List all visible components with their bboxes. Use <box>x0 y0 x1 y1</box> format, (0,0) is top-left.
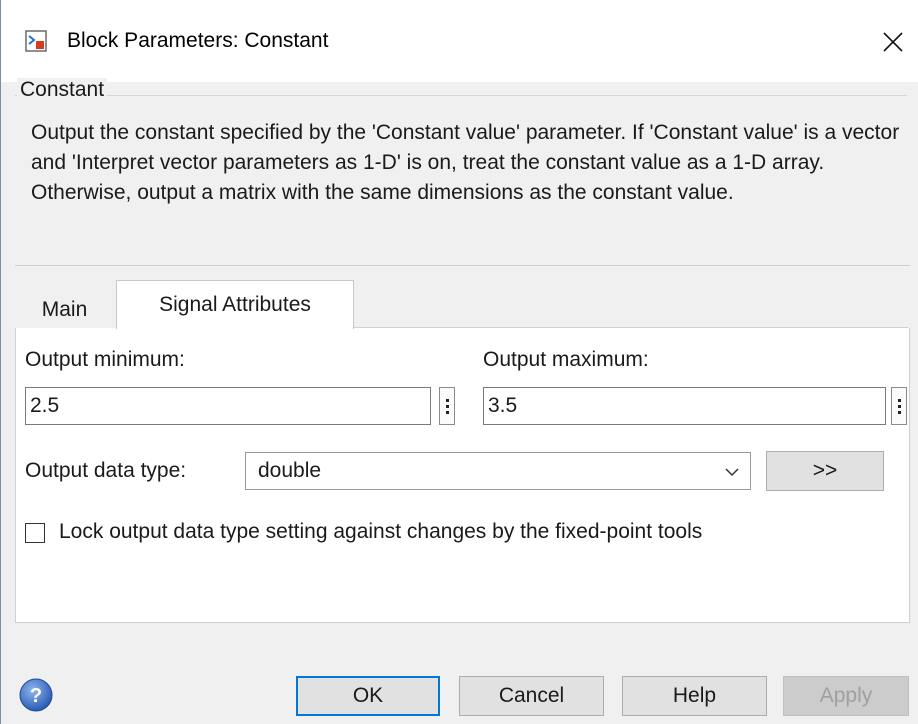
ok-button[interactable]: OK <box>296 676 440 716</box>
output-minimum-input[interactable]: 2.5 <box>25 387 431 425</box>
description-group-label: Constant <box>17 78 108 102</box>
output-maximum-label: Output maximum: <box>483 348 649 371</box>
dialog-window: Block Parameters: Constant Constant Outp… <box>0 0 918 724</box>
lock-output-data-type-checkbox[interactable] <box>25 523 45 543</box>
close-button[interactable] <box>873 22 913 62</box>
close-icon <box>883 32 903 52</box>
separator <box>15 265 910 266</box>
data-type-assistant-button[interactable]: >> <box>766 451 884 491</box>
help-question-icon[interactable]: ? <box>18 677 54 713</box>
tab-main[interactable]: Main <box>17 292 112 329</box>
apply-button[interactable]: Apply <box>783 676 909 716</box>
output-maximum-input[interactable]: 3.5 <box>483 387 886 425</box>
output-minimum-label: Output minimum: <box>25 348 185 371</box>
output-maximum-menu-button[interactable] <box>891 387 907 425</box>
window-title: Block Parameters: Constant <box>67 29 329 52</box>
output-data-type-select[interactable]: double <box>245 452 751 490</box>
output-minimum-menu-button[interactable] <box>439 387 455 425</box>
output-data-type-value: double <box>258 459 322 482</box>
lock-output-data-type-label: Lock output data type setting against ch… <box>59 520 703 543</box>
chevron-down-icon <box>725 468 739 477</box>
help-button[interactable]: Help <box>622 676 767 716</box>
output-data-type-label: Output data type: <box>25 459 187 482</box>
cancel-button[interactable]: Cancel <box>459 676 604 716</box>
title-bar: Block Parameters: Constant <box>1 0 918 82</box>
simulink-block-icon <box>25 30 47 52</box>
svg-text:?: ? <box>30 685 42 707</box>
tab-signal-attributes[interactable]: Signal Attributes <box>116 280 354 329</box>
description-text: Output the constant specified by the 'Co… <box>31 121 900 204</box>
